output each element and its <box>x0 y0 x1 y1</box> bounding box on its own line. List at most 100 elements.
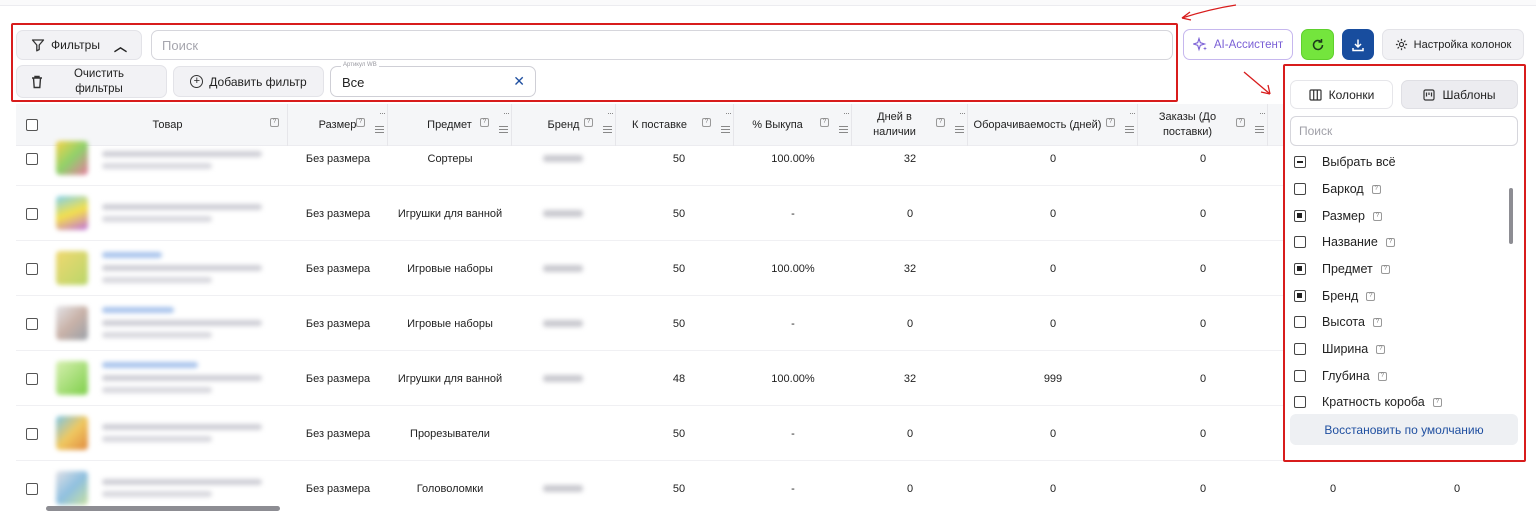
brand-blurred <box>543 155 583 162</box>
column-option-barcode[interactable]: Баркод? <box>1294 180 1381 198</box>
more-icon[interactable]: ··· <box>607 106 614 121</box>
product-link-blurred <box>102 252 162 258</box>
row-checkbox[interactable] <box>26 317 38 330</box>
size-cell: Без размера <box>305 482 371 495</box>
tab-columns[interactable]: Колонки <box>1290 80 1393 109</box>
product-meta-blurred <box>102 216 212 222</box>
size-cell: Без размера <box>305 262 371 275</box>
restore-defaults-label: Восстановить по умолчанию <box>1324 422 1484 437</box>
more-icon[interactable]: ··· <box>1129 106 1136 121</box>
table-row[interactable]: Без размера Головоломки 50 - 0 0 0 <box>16 461 1288 511</box>
column-search-input[interactable]: Поиск <box>1290 116 1518 146</box>
buyout-cell: - <box>791 207 795 220</box>
tab-templates-label: Шаблоны <box>1442 87 1496 102</box>
column-option-depth[interactable]: Глубина? <box>1294 367 1387 385</box>
table-row[interactable]: Без размера Игровые наборы 50 100.00% 32… <box>16 241 1288 296</box>
add-filter-button[interactable]: + Добавить фильтр <box>173 66 324 97</box>
column-search-placeholder: Поиск <box>1299 124 1333 138</box>
row-checkbox[interactable] <box>26 372 38 385</box>
main-search-input[interactable]: Поиск <box>151 30 1173 60</box>
column-option-height[interactable]: Высота? <box>1294 313 1382 331</box>
column-settings-button[interactable]: Настройка колонок <box>1382 29 1524 60</box>
option-checkbox[interactable] <box>1294 263 1306 275</box>
turnover-cell: 999 <box>1043 372 1063 385</box>
option-checkbox[interactable] <box>1294 370 1306 382</box>
column-option-width[interactable]: Ширина? <box>1294 340 1386 358</box>
refresh-button[interactable] <box>1301 29 1334 60</box>
table-row[interactable]: Без размера Игровые наборы 50 - 0 0 0 <box>16 296 1288 351</box>
more-icon[interactable]: ··· <box>725 106 732 121</box>
table-row[interactable]: Без размера Игрушки для ванной 50 - 0 0 … <box>16 186 1288 241</box>
option-checkbox[interactable] <box>1294 236 1306 248</box>
product-link-blurred <box>102 307 174 313</box>
clear-filters-label: Очистить фильтры <box>73 67 125 95</box>
option-checkbox[interactable] <box>1294 156 1306 168</box>
subject-cell: Игрушки для ванной <box>397 207 503 220</box>
chevron-up-icon: ︿ <box>113 38 127 54</box>
column-option-brand[interactable]: Бренд? <box>1294 287 1376 305</box>
select-all-checkbox[interactable] <box>26 119 38 131</box>
horizontal-scrollbar[interactable] <box>46 506 280 511</box>
row-checkbox[interactable] <box>26 262 38 275</box>
supply-cell: 50 <box>672 262 686 275</box>
article-select[interactable]: Артикул WB Все ✕ <box>330 62 536 97</box>
clear-filters-button[interactable]: Очистить фильтры <box>16 65 167 98</box>
product-thumbnail <box>56 251 88 285</box>
main-search-placeholder: Поиск <box>162 37 199 53</box>
orders-cell: 0 <box>1199 207 1207 220</box>
product-name-blurred <box>102 424 262 430</box>
more-icon[interactable]: ··· <box>503 106 510 121</box>
plus-circle-icon: + <box>190 75 204 88</box>
brand-blurred <box>543 375 583 382</box>
more-icon[interactable]: ··· <box>379 106 386 121</box>
option-checkbox[interactable] <box>1294 290 1306 302</box>
column-option-select-all[interactable]: Выбрать всё <box>1294 153 1396 171</box>
more-icon[interactable]: ··· <box>959 106 966 121</box>
row-checkbox[interactable] <box>26 427 38 440</box>
ai-assistant-button[interactable]: AI-Ассистент <box>1183 29 1293 60</box>
filters-label: Фильтры <box>51 38 100 52</box>
add-filter-label: Добавить фильтр <box>209 74 307 89</box>
product-meta-blurred <box>102 491 212 497</box>
product-meta-blurred <box>102 163 212 169</box>
option-checkbox[interactable] <box>1294 210 1306 222</box>
days-cell: 0 <box>906 427 914 440</box>
download-button[interactable] <box>1342 29 1374 60</box>
panel-scrollbar[interactable] <box>1509 188 1513 244</box>
orders-cell: 0 <box>1199 152 1207 165</box>
info-icon: ? <box>1366 291 1376 301</box>
option-checkbox[interactable] <box>1294 316 1306 328</box>
restore-defaults-button[interactable]: Восстановить по умолчанию <box>1290 414 1518 445</box>
row-checkbox[interactable] <box>26 482 38 495</box>
column-option-box-multiplicity[interactable]: Кратность короба? <box>1294 393 1442 411</box>
option-checkbox[interactable] <box>1294 343 1306 355</box>
info-icon: ? <box>584 118 593 127</box>
article-select-value: Все <box>342 75 365 90</box>
data-table: Товар? Размер? ··· Предмет? ··· Бренд? ··· … <box>16 104 1288 511</box>
product-thumbnail <box>56 196 88 230</box>
option-checkbox[interactable] <box>1294 396 1306 408</box>
table-row[interactable]: Без размера Сортеры 50 100.00% 32 0 0 <box>16 131 1288 186</box>
product-meta-blurred <box>102 332 212 338</box>
table-row[interactable]: Без размера Прорезыватели 50 - 0 0 0 <box>16 406 1288 461</box>
supply-cell: 48 <box>672 372 686 385</box>
option-checkbox[interactable] <box>1294 183 1306 195</box>
column-option-name[interactable]: Название? <box>1294 233 1395 251</box>
article-select-label: Артикул WB <box>341 62 379 68</box>
supply-cell: 50 <box>672 317 686 330</box>
days-cell: 0 <box>906 207 914 220</box>
more-icon[interactable]: ··· <box>1259 106 1266 121</box>
tab-templates[interactable]: Шаблоны <box>1401 80 1518 109</box>
row-checkbox[interactable] <box>26 152 38 165</box>
info-icon: ? <box>480 118 489 127</box>
more-icon[interactable]: ··· <box>843 106 850 121</box>
gear-icon <box>1395 38 1407 51</box>
column-option-size[interactable]: Размер? <box>1294 207 1382 225</box>
filters-toggle-button[interactable]: Фильтры ︿ <box>16 30 142 60</box>
row-checkbox[interactable] <box>26 207 38 220</box>
info-icon: ? <box>1432 397 1442 407</box>
clear-x-icon[interactable]: ✕ <box>513 73 525 90</box>
product-thumbnail <box>56 306 88 340</box>
table-row[interactable]: Без размера Игрушки для ванной 48 100.00… <box>16 351 1288 406</box>
column-option-subject[interactable]: Предмет? <box>1294 260 1390 278</box>
